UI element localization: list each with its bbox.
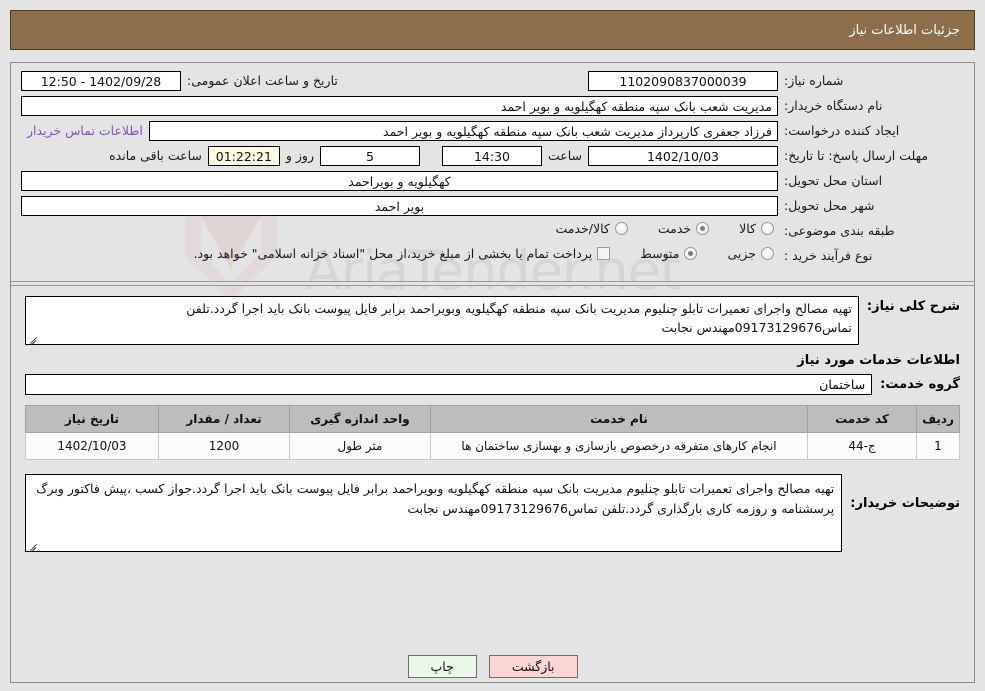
radio-category-kala-khedmat[interactable]: کالا/خدمت [555, 221, 628, 236]
label-requester: ایجاد کننده درخواست: [784, 123, 900, 138]
label-announce-datetime: تاریخ و ساعت اعلان عمومی: [187, 73, 338, 88]
field-service-group: ساختمان [25, 373, 873, 395]
label-general-description: شرح کلی نیاز: [866, 299, 960, 314]
radio-category-khedmat[interactable]: خدمت [657, 221, 710, 236]
field-requester: فرزاد جعفری کارپرداز مدیریت شعب بانک سپه… [148, 121, 778, 141]
checkbox-treasury-bond[interactable]: پرداخت تمام یا بخشی از مبلغ خرید،از محل … [194, 246, 611, 261]
buyer-notes-text: تهیه مصالح واجرای تعمیرات تابلو چنلیوم م… [36, 480, 835, 516]
cell-service-name: انجام کارهای متفرقه درخصوص بازسازی و بهس… [430, 431, 808, 460]
radio-dot-icon [761, 247, 774, 260]
table-header-row: ردیف کد خدمت نام خدمت واحد اندازه گیری ت… [25, 404, 960, 433]
radio-label-motevaset: متوسط [640, 246, 680, 261]
checkbox-icon [597, 247, 611, 260]
label-deadline-time: ساعت [547, 148, 582, 163]
label-buyer-notes: توضیحات خریدار: [850, 495, 960, 511]
radio-category-kala[interactable]: کالا [739, 221, 774, 236]
radio-purchase-jozei[interactable]: جزیی [727, 246, 774, 261]
field-countdown-timer: 01:22:21 [207, 146, 280, 166]
back-button[interactable]: بازگشت [488, 655, 578, 678]
row-city: شهر محل تحویل: بویر احمد [21, 196, 964, 218]
buyer-notes-section: توضیحات خریدار: تهیه مصالح واجرای تعمیرا… [11, 466, 974, 556]
services-section-heading: اطلاعات خدمات مورد نیاز [797, 352, 960, 368]
general-description-section: شرح کلی نیاز: تهیه مصالح واجرای تعمیرات … [11, 286, 974, 347]
resize-grip-icon[interactable] [28, 540, 38, 550]
category-radio-group: کالا خدمت کالا/خدمت [21, 221, 778, 236]
field-buyer-notes[interactable]: تهیه مصالح واجرای تعمیرات تابلو چنلیوم م… [25, 473, 843, 552]
row-requester: ایجاد کننده درخواست: فرزاد جعفری کارپردا… [21, 121, 964, 143]
page-title: جزئیات اطلاعات نیاز [849, 22, 960, 38]
label-days: روز و [285, 148, 314, 163]
summary-section: شماره نیاز: 1102090837000039 تاریخ و ساع… [11, 63, 974, 275]
buyer-contact-link[interactable]: اطلاعات تماس خریدار [21, 121, 149, 141]
row-deadline: مهلت ارسال پاسخ: تا تاریخ: 1402/10/03 سا… [21, 146, 964, 168]
field-province: کهگیلویه و بویراحمد [21, 171, 778, 191]
field-deadline-date: 1402/10/03 [588, 146, 778, 166]
radio-dot-icon [761, 222, 774, 235]
th-row-no: ردیف [916, 404, 960, 433]
row-need-number: شماره نیاز: 1102090837000039 تاریخ و ساع… [21, 71, 964, 93]
purchase-type-radio-group: جزیی متوسط پرداخت تمام یا بخشی از مبلغ خ… [21, 246, 778, 261]
field-need-number: 1102090837000039 [588, 71, 778, 91]
field-announce-datetime: 1402/09/28 - 12:50 [21, 71, 181, 91]
field-general-description[interactable]: تهیه مصالح واجرای تعمیرات تابلو چنلیوم م… [25, 296, 859, 345]
radio-label-kala: کالا [739, 221, 756, 236]
th-quantity: تعداد / مقدار [158, 404, 290, 433]
th-service-name: نام خدمت [430, 404, 808, 433]
row-buyer-org: نام دستگاه خریدار: مدیریت شعب بانک سپه م… [21, 96, 964, 118]
cell-service-code: ج-44 [807, 431, 917, 460]
label-category: طبقه بندی موضوعی: [784, 223, 895, 238]
th-unit: واحد اندازه گیری [289, 404, 431, 433]
th-service-code: کد خدمت [807, 404, 917, 433]
services-table-wrap: ردیف کد خدمت نام خدمت واحد اندازه گیری ت… [11, 403, 974, 466]
row-category: طبقه بندی موضوعی: کالا خدمت کالا/خدمت [21, 221, 964, 243]
footer-buttons: بازگشت چاپ [11, 655, 974, 678]
row-province: استان محل تحویل: کهگیلویه و بویراحمد [21, 171, 964, 193]
row-purchase-type: نوع فرآیند خرید : جزیی متوسط پرداخت تمام… [21, 246, 964, 268]
label-province: استان محل تحویل: [784, 173, 883, 188]
row-service-group: گروه خدمت: ساختمان [11, 370, 974, 403]
treasury-note-text: پرداخت تمام یا بخشی از مبلغ خرید،از محل … [193, 246, 593, 261]
page-header: جزئیات اطلاعات نیاز [10, 10, 975, 50]
cell-row-no: 1 [916, 431, 960, 460]
label-service-group: گروه خدمت: [880, 376, 960, 392]
resize-grip-icon[interactable] [28, 333, 38, 343]
field-buyer-org: مدیریت شعب بانک سپه منطقه کهگیلویه و بوی… [21, 96, 778, 116]
label-need-number: شماره نیاز: [784, 73, 844, 88]
details-panel: شماره نیاز: 1102090837000039 تاریخ و ساع… [10, 62, 975, 683]
label-deadline: مهلت ارسال پاسخ: تا تاریخ: [784, 148, 929, 163]
label-buyer-org: نام دستگاه خریدار: [784, 98, 883, 113]
radio-label-kala-khedmat: کالا/خدمت [555, 221, 610, 236]
table-row: 1 ج-44 انجام کارهای متفرقه درخصوص بازساز… [25, 431, 960, 460]
print-button[interactable]: چاپ [407, 655, 477, 678]
field-city: بویر احمد [21, 196, 778, 216]
general-description-text: تهیه مصالح واجرای تعمیرات تابلو چنلیوم م… [186, 301, 852, 336]
radio-label-jozei: جزیی [727, 246, 756, 261]
radio-label-khedmat: خدمت [657, 221, 692, 236]
services-table: ردیف کد خدمت نام خدمت واحد اندازه گیری ت… [25, 404, 960, 460]
radio-dot-icon [696, 222, 710, 235]
field-deadline-time: 14:30 [441, 146, 542, 166]
th-need-date: تاریخ نیاز [25, 404, 159, 433]
cell-unit: متر طول [289, 431, 431, 460]
radio-purchase-motevaset[interactable]: متوسط [640, 246, 698, 261]
cell-quantity: 1200 [158, 431, 290, 460]
cell-need-date: 1402/10/03 [25, 431, 159, 460]
radio-dot-icon [614, 222, 628, 235]
field-remaining-days: 5 [319, 146, 420, 166]
label-purchase-type: نوع فرآیند خرید : [784, 248, 873, 263]
radio-dot-icon [684, 247, 698, 260]
label-city: شهر محل تحویل: [784, 198, 875, 213]
label-remaining: ساعت باقی مانده [109, 148, 202, 163]
